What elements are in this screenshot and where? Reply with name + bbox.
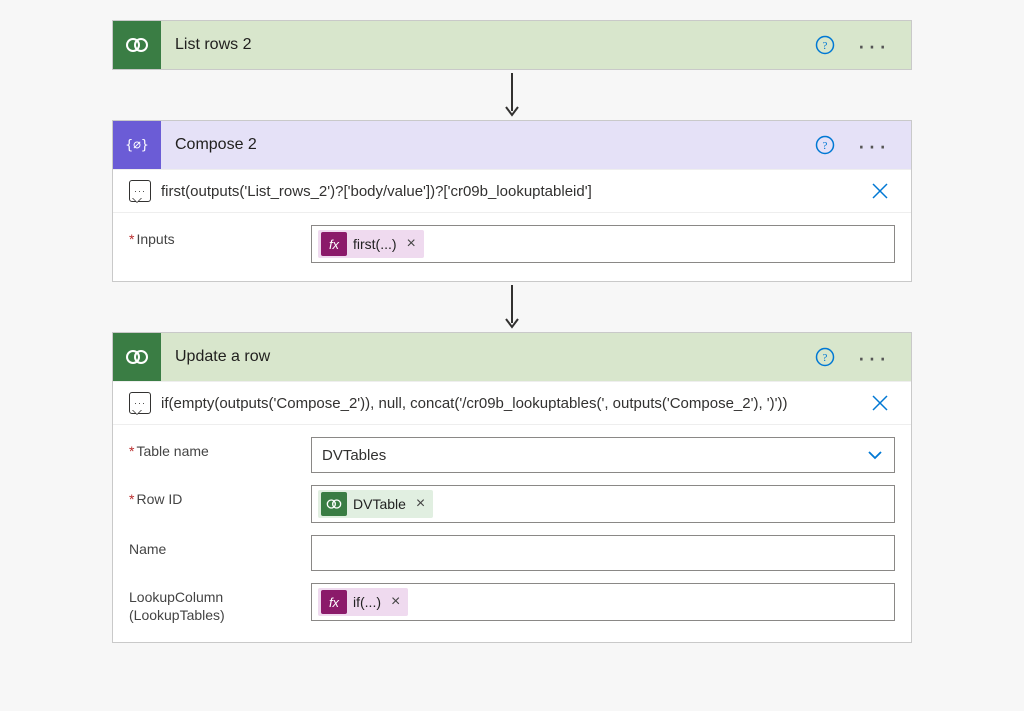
- svg-text:?: ?: [823, 140, 828, 152]
- svg-text:?: ?: [823, 352, 828, 364]
- help-icon[interactable]: ?: [815, 35, 839, 55]
- remove-token-icon[interactable]: ×: [403, 235, 416, 253]
- dataverse-icon: [113, 21, 161, 69]
- remove-token-icon[interactable]: ×: [412, 495, 425, 513]
- chevron-down-icon: [866, 446, 884, 464]
- card-body: *Inputs fx first(...) ×: [113, 212, 911, 281]
- field-row-id: *Row ID DVTable ×: [129, 485, 895, 523]
- inputs-value[interactable]: fx first(...) ×: [311, 225, 895, 263]
- action-card-update-a-row: Update a row ? ··· ··· if(empty(outputs(…: [112, 332, 912, 643]
- field-label: *Inputs: [129, 225, 299, 249]
- help-icon[interactable]: ?: [815, 347, 839, 367]
- field-name: Name: [129, 535, 895, 571]
- name-input[interactable]: [311, 535, 895, 571]
- card-title: List rows 2: [161, 36, 815, 54]
- card-body: *Table name DVTables *Row ID DVTable: [113, 424, 911, 642]
- comment-text: if(empty(outputs('Compose_2')), null, co…: [161, 395, 861, 412]
- comment-row: ··· if(empty(outputs('Compose_2')), null…: [113, 381, 911, 424]
- dynamic-token[interactable]: DVTable ×: [318, 490, 433, 518]
- card-title: Compose 2: [161, 136, 815, 154]
- field-inputs: *Inputs fx first(...) ×: [129, 225, 895, 263]
- comment-icon: ···: [129, 180, 151, 202]
- card-header[interactable]: Update a row ? ···: [113, 333, 911, 381]
- flow-arrow: [112, 70, 912, 120]
- comment-row: ··· first(outputs('List_rows_2')?['body/…: [113, 169, 911, 212]
- field-label: Name: [129, 535, 299, 559]
- dataverse-icon: [113, 333, 161, 381]
- svg-text:?: ?: [823, 40, 828, 52]
- token-label: first(...): [353, 236, 397, 252]
- ellipsis-icon[interactable]: ···: [853, 354, 893, 360]
- lookup-column-value[interactable]: fx if(...) ×: [311, 583, 895, 621]
- action-card-compose-2: {∅} Compose 2 ? ··· ··· first(outputs('L…: [112, 120, 912, 282]
- close-icon[interactable]: [871, 394, 895, 412]
- token-label: DVTable: [353, 496, 406, 512]
- comment-icon: ···: [129, 392, 151, 414]
- fx-icon: fx: [321, 590, 347, 614]
- table-name-select[interactable]: DVTables: [311, 437, 895, 473]
- row-id-value[interactable]: DVTable ×: [311, 485, 895, 523]
- expression-token[interactable]: fx if(...) ×: [318, 588, 408, 616]
- field-lookup-column: LookupColumn (LookupTables) fx if(...) ×: [129, 583, 895, 624]
- compose-icon: {∅}: [113, 121, 161, 169]
- action-card-list-rows-2: List rows 2 ? ···: [112, 20, 912, 70]
- close-icon[interactable]: [871, 182, 895, 200]
- fx-icon: fx: [321, 232, 347, 256]
- expression-token[interactable]: fx first(...) ×: [318, 230, 424, 258]
- field-label: *Row ID: [129, 485, 299, 509]
- ellipsis-icon[interactable]: ···: [853, 142, 893, 148]
- card-title: Update a row: [161, 348, 815, 366]
- dataverse-token-icon: [321, 492, 347, 516]
- field-label: *Table name: [129, 437, 299, 461]
- selected-value: DVTables: [322, 447, 386, 464]
- comment-text: first(outputs('List_rows_2')?['body/valu…: [161, 183, 861, 200]
- field-table-name: *Table name DVTables: [129, 437, 895, 473]
- token-label: if(...): [353, 594, 381, 610]
- remove-token-icon[interactable]: ×: [387, 593, 400, 611]
- flow-arrow: [112, 282, 912, 332]
- help-icon[interactable]: ?: [815, 135, 839, 155]
- svg-text:{∅}: {∅}: [125, 138, 148, 153]
- card-header[interactable]: List rows 2 ? ···: [113, 21, 911, 69]
- card-header[interactable]: {∅} Compose 2 ? ···: [113, 121, 911, 169]
- field-label: LookupColumn (LookupTables): [129, 583, 299, 624]
- ellipsis-icon[interactable]: ···: [853, 42, 893, 48]
